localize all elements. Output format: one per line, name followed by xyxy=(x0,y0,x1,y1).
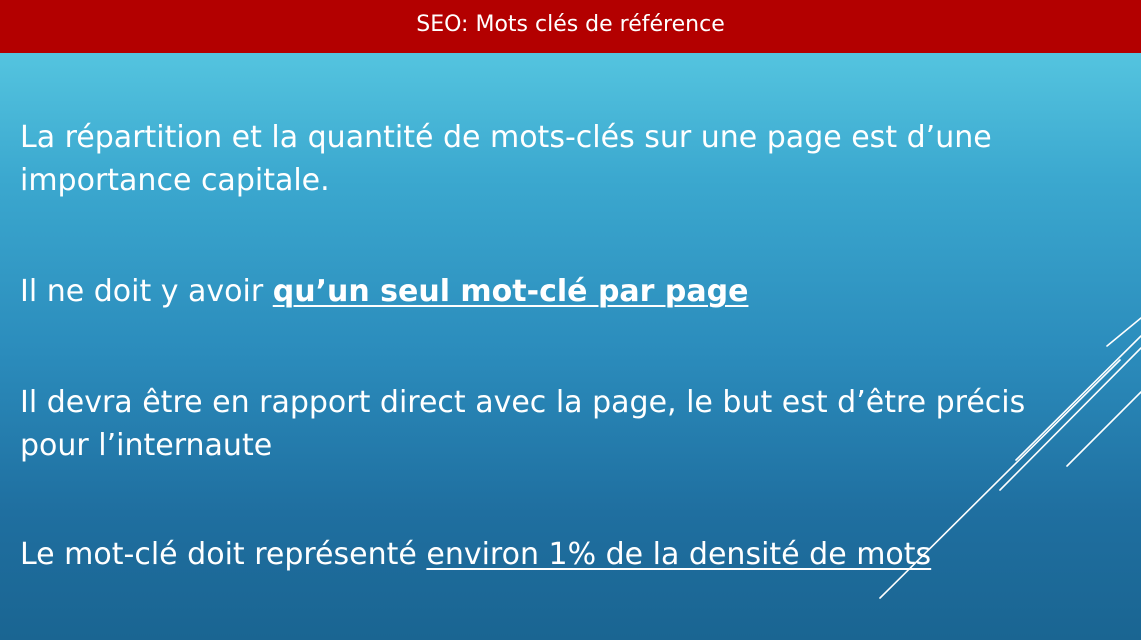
presentation-slide: SEO: Mots clés de référence La répartiti… xyxy=(0,0,1141,640)
paragraph-text: Il ne doit y avoir xyxy=(20,274,273,309)
paragraph-single-keyword: Il ne doit y avoir qu’un seul mot-clé pa… xyxy=(20,270,748,313)
paragraph-line: pour l’internaute xyxy=(20,428,273,463)
paragraph-line: importance capitale. xyxy=(20,163,330,198)
emphasis-text: qu’un seul mot-clé par page xyxy=(272,274,749,309)
underlined-text: environ 1% de la densité de mots xyxy=(426,537,932,572)
paragraph-line: La répartition et la quantité de mots-cl… xyxy=(20,120,992,155)
decorative-line xyxy=(1106,317,1141,347)
decorative-line xyxy=(1066,391,1141,467)
slide-title-bar: SEO: Mots clés de référence xyxy=(0,0,1141,53)
paragraph-line: Il devra être en rapport direct avec la … xyxy=(20,385,1026,420)
decorative-line xyxy=(1015,335,1141,461)
slide-title: SEO: Mots clés de référence xyxy=(416,12,725,37)
paragraph-keyword-density: Le mot-clé doit représenté environ 1% de… xyxy=(20,533,931,576)
paragraph-direct-relation: Il devra être en rapport direct avec la … xyxy=(20,381,1025,467)
paragraph-text: Le mot-clé doit représenté xyxy=(20,537,427,572)
paragraph-keyword-distribution: La répartition et la quantité de mots-cl… xyxy=(20,116,992,202)
